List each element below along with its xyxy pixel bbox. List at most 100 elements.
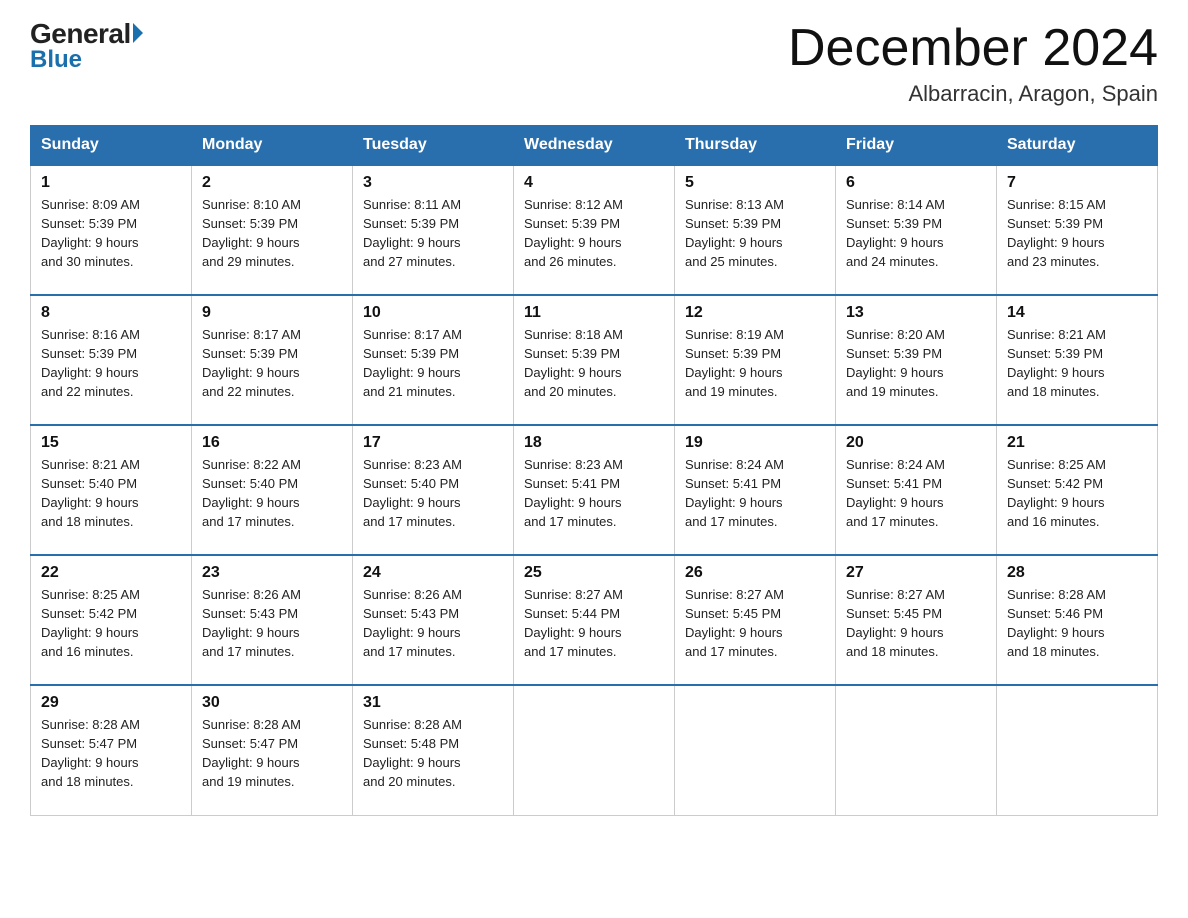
logo: General Blue xyxy=(30,20,143,74)
calendar-cell: 4 Sunrise: 8:12 AMSunset: 5:39 PMDayligh… xyxy=(514,165,675,295)
day-number: 21 xyxy=(1007,434,1147,452)
day-number: 1 xyxy=(41,174,181,192)
day-number: 18 xyxy=(524,434,664,452)
day-info: Sunrise: 8:24 AMSunset: 5:41 PMDaylight:… xyxy=(685,456,825,531)
day-info: Sunrise: 8:21 AMSunset: 5:39 PMDaylight:… xyxy=(1007,326,1147,401)
day-info: Sunrise: 8:25 AMSunset: 5:42 PMDaylight:… xyxy=(1007,456,1147,531)
day-number: 5 xyxy=(685,174,825,192)
weekday-header-saturday: Saturday xyxy=(997,126,1158,166)
day-info: Sunrise: 8:26 AMSunset: 5:43 PMDaylight:… xyxy=(363,586,503,661)
weekday-header-wednesday: Wednesday xyxy=(514,126,675,166)
day-info: Sunrise: 8:14 AMSunset: 5:39 PMDaylight:… xyxy=(846,196,986,271)
calendar-week-row: 8 Sunrise: 8:16 AMSunset: 5:39 PMDayligh… xyxy=(31,295,1158,425)
location-title: Albarracin, Aragon, Spain xyxy=(788,81,1158,107)
calendar-cell: 11 Sunrise: 8:18 AMSunset: 5:39 PMDaylig… xyxy=(514,295,675,425)
day-number: 12 xyxy=(685,304,825,322)
day-number: 19 xyxy=(685,434,825,452)
day-info: Sunrise: 8:24 AMSunset: 5:41 PMDaylight:… xyxy=(846,456,986,531)
day-info: Sunrise: 8:28 AMSunset: 5:46 PMDaylight:… xyxy=(1007,586,1147,661)
calendar-cell: 17 Sunrise: 8:23 AMSunset: 5:40 PMDaylig… xyxy=(353,425,514,555)
calendar-cell: 7 Sunrise: 8:15 AMSunset: 5:39 PMDayligh… xyxy=(997,165,1158,295)
day-number: 16 xyxy=(202,434,342,452)
calendar-cell xyxy=(514,685,675,815)
day-number: 13 xyxy=(846,304,986,322)
calendar-cell: 18 Sunrise: 8:23 AMSunset: 5:41 PMDaylig… xyxy=(514,425,675,555)
day-info: Sunrise: 8:22 AMSunset: 5:40 PMDaylight:… xyxy=(202,456,342,531)
calendar-cell: 12 Sunrise: 8:19 AMSunset: 5:39 PMDaylig… xyxy=(675,295,836,425)
logo-arrow-icon xyxy=(131,23,143,43)
day-info: Sunrise: 8:17 AMSunset: 5:39 PMDaylight:… xyxy=(202,326,342,401)
day-number: 24 xyxy=(363,564,503,582)
calendar-week-row: 15 Sunrise: 8:21 AMSunset: 5:40 PMDaylig… xyxy=(31,425,1158,555)
weekday-header-thursday: Thursday xyxy=(675,126,836,166)
calendar-cell xyxy=(836,685,997,815)
day-number: 15 xyxy=(41,434,181,452)
weekday-header-monday: Monday xyxy=(192,126,353,166)
calendar-cell: 6 Sunrise: 8:14 AMSunset: 5:39 PMDayligh… xyxy=(836,165,997,295)
calendar-week-row: 22 Sunrise: 8:25 AMSunset: 5:42 PMDaylig… xyxy=(31,555,1158,685)
logo-general-text: General xyxy=(30,20,143,48)
calendar-cell: 25 Sunrise: 8:27 AMSunset: 5:44 PMDaylig… xyxy=(514,555,675,685)
day-info: Sunrise: 8:20 AMSunset: 5:39 PMDaylight:… xyxy=(846,326,986,401)
page-header: General Blue December 2024 Albarracin, A… xyxy=(30,20,1158,107)
calendar-cell: 21 Sunrise: 8:25 AMSunset: 5:42 PMDaylig… xyxy=(997,425,1158,555)
calendar-cell: 3 Sunrise: 8:11 AMSunset: 5:39 PMDayligh… xyxy=(353,165,514,295)
day-info: Sunrise: 8:19 AMSunset: 5:39 PMDaylight:… xyxy=(685,326,825,401)
day-number: 6 xyxy=(846,174,986,192)
day-number: 31 xyxy=(363,694,503,712)
day-info: Sunrise: 8:11 AMSunset: 5:39 PMDaylight:… xyxy=(363,196,503,271)
day-number: 11 xyxy=(524,304,664,322)
day-info: Sunrise: 8:23 AMSunset: 5:40 PMDaylight:… xyxy=(363,456,503,531)
weekday-header-tuesday: Tuesday xyxy=(353,126,514,166)
calendar-cell xyxy=(675,685,836,815)
day-number: 7 xyxy=(1007,174,1147,192)
calendar-cell: 22 Sunrise: 8:25 AMSunset: 5:42 PMDaylig… xyxy=(31,555,192,685)
day-number: 26 xyxy=(685,564,825,582)
day-info: Sunrise: 8:26 AMSunset: 5:43 PMDaylight:… xyxy=(202,586,342,661)
calendar-cell: 13 Sunrise: 8:20 AMSunset: 5:39 PMDaylig… xyxy=(836,295,997,425)
logo-blue-text: Blue xyxy=(30,46,82,74)
calendar-cell: 29 Sunrise: 8:28 AMSunset: 5:47 PMDaylig… xyxy=(31,685,192,815)
calendar-cell: 27 Sunrise: 8:27 AMSunset: 5:45 PMDaylig… xyxy=(836,555,997,685)
day-info: Sunrise: 8:12 AMSunset: 5:39 PMDaylight:… xyxy=(524,196,664,271)
day-info: Sunrise: 8:21 AMSunset: 5:40 PMDaylight:… xyxy=(41,456,181,531)
calendar-cell: 10 Sunrise: 8:17 AMSunset: 5:39 PMDaylig… xyxy=(353,295,514,425)
weekday-header-friday: Friday xyxy=(836,126,997,166)
day-number: 27 xyxy=(846,564,986,582)
day-number: 20 xyxy=(846,434,986,452)
day-info: Sunrise: 8:28 AMSunset: 5:47 PMDaylight:… xyxy=(202,716,342,791)
day-info: Sunrise: 8:28 AMSunset: 5:47 PMDaylight:… xyxy=(41,716,181,791)
calendar-cell: 2 Sunrise: 8:10 AMSunset: 5:39 PMDayligh… xyxy=(192,165,353,295)
day-info: Sunrise: 8:27 AMSunset: 5:45 PMDaylight:… xyxy=(685,586,825,661)
calendar-cell: 5 Sunrise: 8:13 AMSunset: 5:39 PMDayligh… xyxy=(675,165,836,295)
calendar-cell: 14 Sunrise: 8:21 AMSunset: 5:39 PMDaylig… xyxy=(997,295,1158,425)
day-number: 2 xyxy=(202,174,342,192)
day-info: Sunrise: 8:27 AMSunset: 5:45 PMDaylight:… xyxy=(846,586,986,661)
weekday-header-row: SundayMondayTuesdayWednesdayThursdayFrid… xyxy=(31,126,1158,166)
day-info: Sunrise: 8:17 AMSunset: 5:39 PMDaylight:… xyxy=(363,326,503,401)
weekday-header-sunday: Sunday xyxy=(31,126,192,166)
calendar-cell: 20 Sunrise: 8:24 AMSunset: 5:41 PMDaylig… xyxy=(836,425,997,555)
day-info: Sunrise: 8:27 AMSunset: 5:44 PMDaylight:… xyxy=(524,586,664,661)
day-number: 22 xyxy=(41,564,181,582)
calendar-cell: 26 Sunrise: 8:27 AMSunset: 5:45 PMDaylig… xyxy=(675,555,836,685)
month-title: December 2024 xyxy=(788,20,1158,77)
calendar-cell: 19 Sunrise: 8:24 AMSunset: 5:41 PMDaylig… xyxy=(675,425,836,555)
day-number: 25 xyxy=(524,564,664,582)
day-info: Sunrise: 8:15 AMSunset: 5:39 PMDaylight:… xyxy=(1007,196,1147,271)
calendar-cell: 28 Sunrise: 8:28 AMSunset: 5:46 PMDaylig… xyxy=(997,555,1158,685)
day-number: 23 xyxy=(202,564,342,582)
day-number: 29 xyxy=(41,694,181,712)
calendar-cell xyxy=(997,685,1158,815)
calendar-cell: 23 Sunrise: 8:26 AMSunset: 5:43 PMDaylig… xyxy=(192,555,353,685)
calendar-cell: 9 Sunrise: 8:17 AMSunset: 5:39 PMDayligh… xyxy=(192,295,353,425)
day-info: Sunrise: 8:25 AMSunset: 5:42 PMDaylight:… xyxy=(41,586,181,661)
header-right: December 2024 Albarracin, Aragon, Spain xyxy=(788,20,1158,107)
day-number: 3 xyxy=(363,174,503,192)
day-number: 30 xyxy=(202,694,342,712)
day-number: 28 xyxy=(1007,564,1147,582)
calendar-cell: 15 Sunrise: 8:21 AMSunset: 5:40 PMDaylig… xyxy=(31,425,192,555)
day-info: Sunrise: 8:28 AMSunset: 5:48 PMDaylight:… xyxy=(363,716,503,791)
calendar-cell: 16 Sunrise: 8:22 AMSunset: 5:40 PMDaylig… xyxy=(192,425,353,555)
day-number: 9 xyxy=(202,304,342,322)
